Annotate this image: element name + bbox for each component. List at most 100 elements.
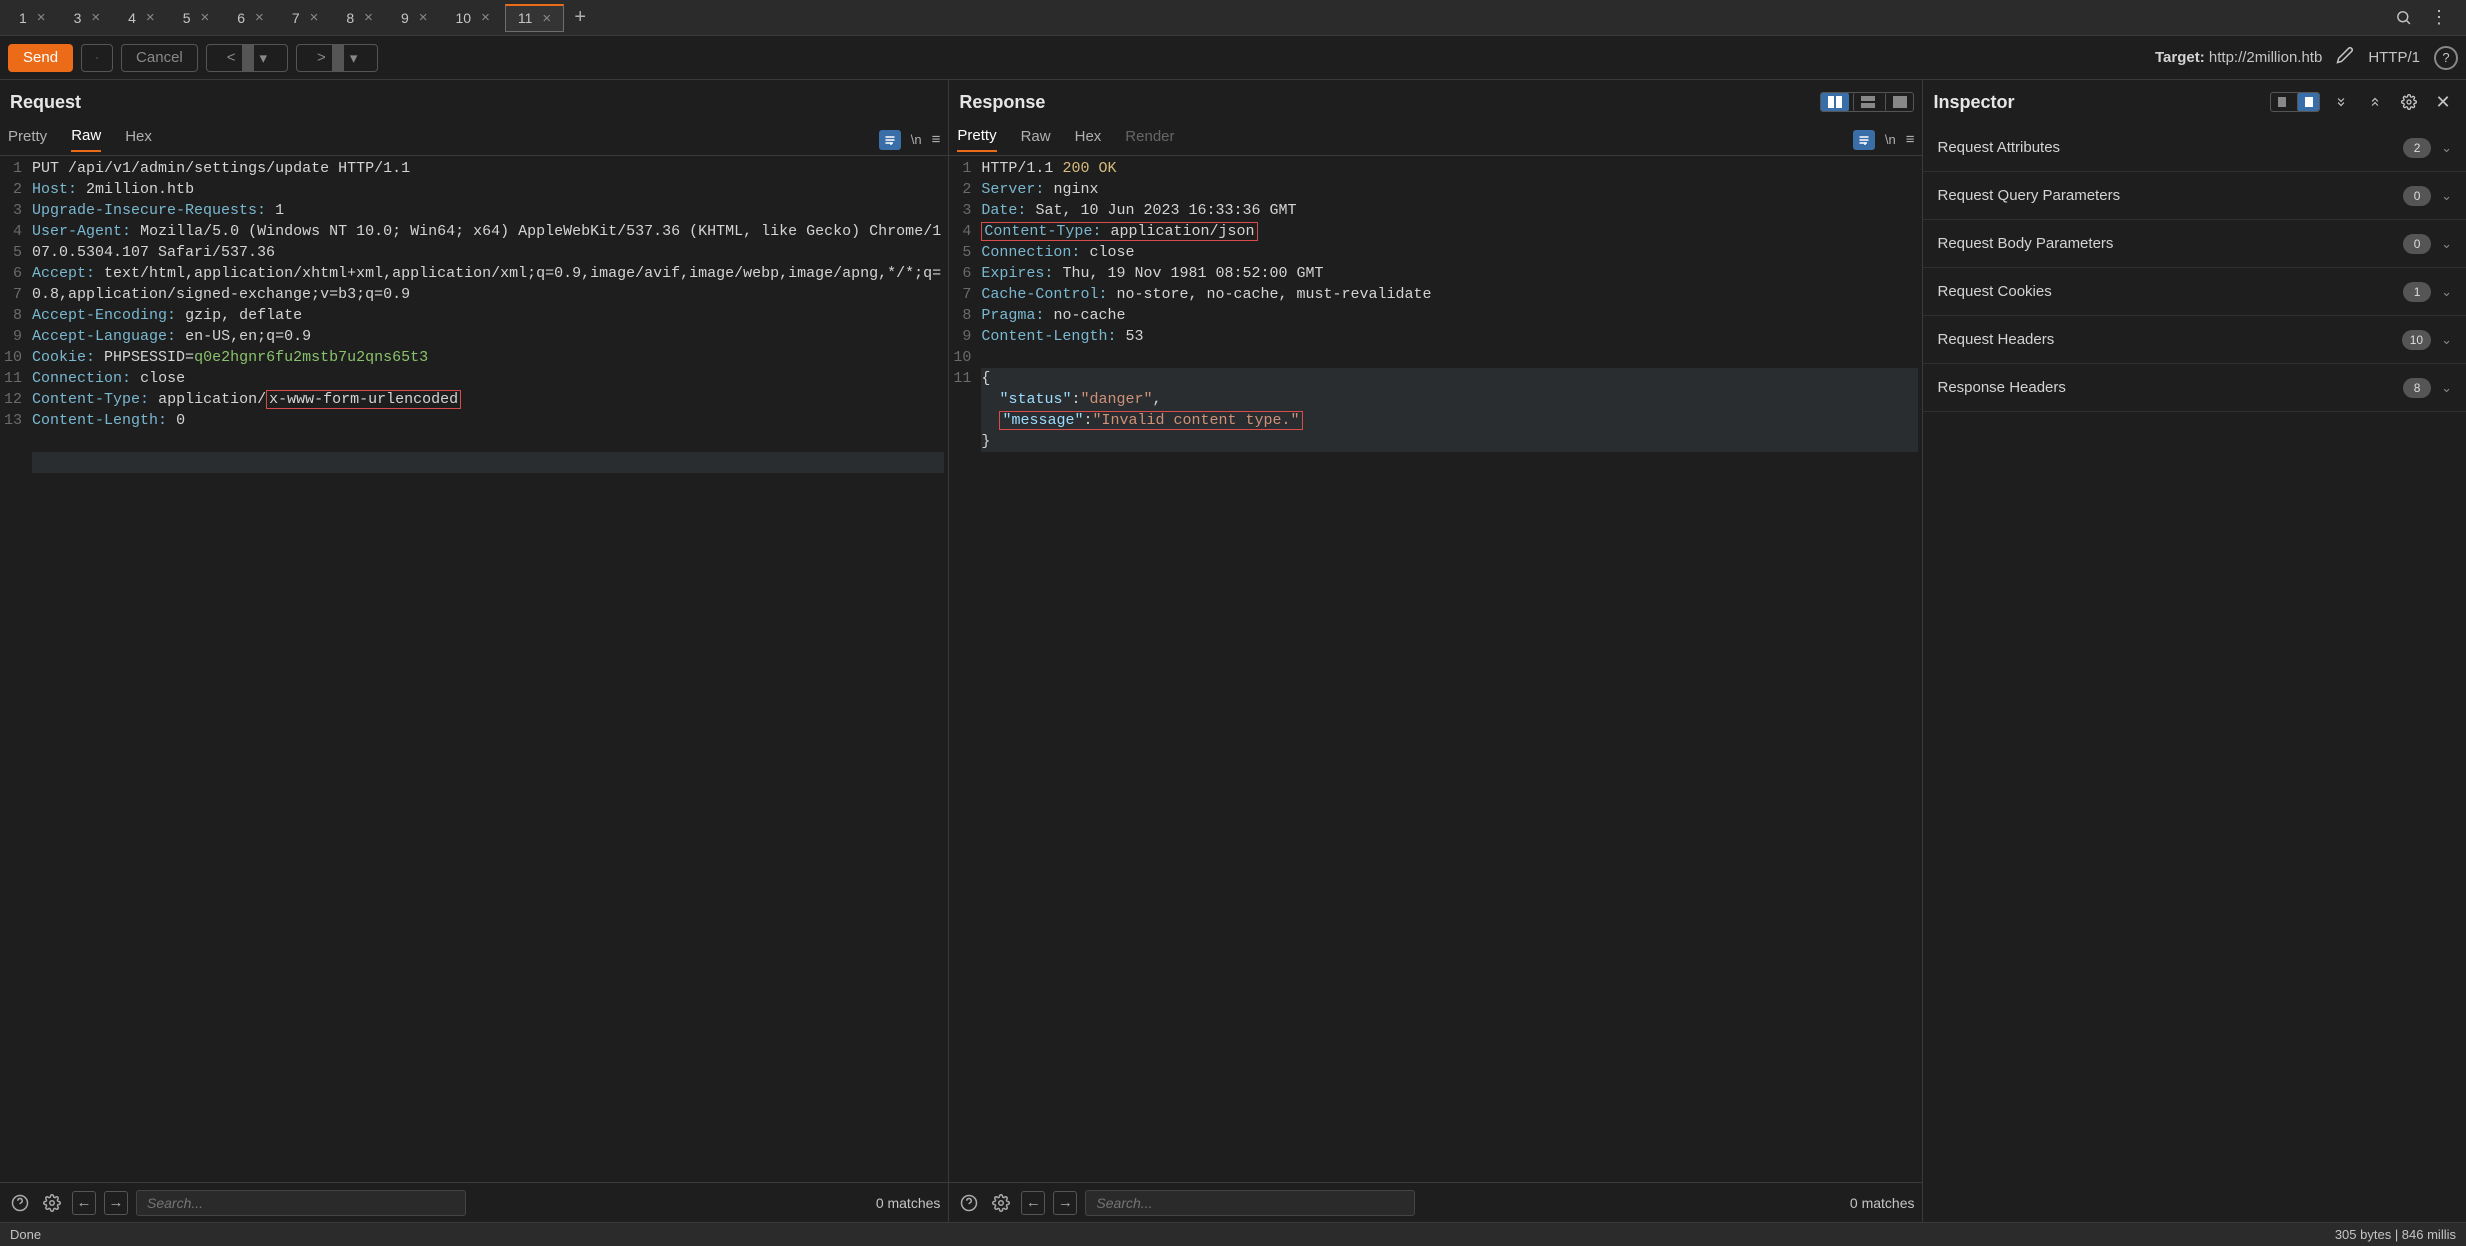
request-tab-pretty[interactable]: Pretty [8, 128, 47, 151]
help-icon[interactable]: ? [2434, 46, 2458, 70]
wrap-lines-icon[interactable] [1853, 130, 1875, 150]
inspector-row[interactable]: Response Headers8⌄ [1923, 364, 2466, 412]
code-line[interactable]: HTTP/1.1 200 OK [981, 158, 1918, 179]
inspector-settings-icon[interactable] [2396, 89, 2422, 115]
inspector-row[interactable]: Request Headers10⌄ [1923, 316, 2466, 364]
inspector-layout-right-icon[interactable] [2297, 93, 2319, 111]
close-icon[interactable]: × [542, 11, 551, 26]
wrap-lines-icon[interactable] [879, 130, 901, 150]
tab-label: 5 [183, 10, 191, 26]
code-line[interactable]: Content-Length: 0 [32, 410, 944, 431]
layout-horizontal-icon[interactable] [1853, 93, 1881, 111]
request-tab-hex[interactable]: Hex [125, 128, 152, 151]
code-line[interactable]: Upgrade-Insecure-Requests: 1 [32, 200, 944, 221]
close-icon[interactable]: × [91, 10, 100, 25]
code-line[interactable]: Content-Length: 53 [981, 326, 1918, 347]
code-line[interactable]: Content-Type: application/x-www-form-url… [32, 389, 944, 410]
request-editor[interactable]: 12345678910111213 PUT /api/v1/admin/sett… [0, 156, 948, 1182]
code-line[interactable]: Host: 2million.htb [32, 179, 944, 200]
code-line[interactable]: } [981, 431, 1918, 452]
tab-10[interactable]: 10× [443, 4, 503, 32]
code-line[interactable]: PUT /api/v1/admin/settings/update HTTP/1… [32, 158, 944, 179]
inspector-expand-icon[interactable] [2328, 89, 2354, 115]
inspector-row[interactable]: Request Body Parameters0⌄ [1923, 220, 2466, 268]
history-prev-button[interactable]: <▾ [206, 44, 288, 72]
more-icon[interactable]: ⋮ [2426, 5, 2452, 31]
send-button[interactable]: Send [8, 44, 73, 72]
search-prev-button[interactable]: ← [72, 1191, 96, 1215]
inspector-row[interactable]: Request Query Parameters0⌄ [1923, 172, 2466, 220]
code-line[interactable]: Expires: Thu, 19 Nov 1981 08:52:00 GMT [981, 263, 1918, 284]
tab-6[interactable]: 6× [224, 4, 277, 32]
code-line[interactable] [32, 452, 944, 473]
tab-7[interactable]: 7× [279, 4, 332, 32]
tab-1[interactable]: 1× [6, 4, 59, 32]
close-icon[interactable]: × [481, 10, 490, 25]
response-tab-raw[interactable]: Raw [1021, 128, 1051, 151]
close-icon[interactable]: × [37, 10, 46, 25]
inspector-row[interactable]: Request Cookies1⌄ [1923, 268, 2466, 316]
close-icon[interactable]: × [255, 10, 264, 25]
request-tab-raw[interactable]: Raw [71, 127, 101, 152]
inspector-collapse-icon[interactable] [2362, 89, 2388, 115]
tab-9[interactable]: 9× [388, 4, 441, 32]
code-line[interactable]: Pragma: no-cache [981, 305, 1918, 326]
code-line[interactable]: Content-Type: application/json [981, 221, 1918, 242]
code-line[interactable]: Server: nginx [981, 179, 1918, 200]
response-tab-pretty[interactable]: Pretty [957, 127, 996, 152]
tab-add-button[interactable]: + [566, 4, 594, 32]
request-menu-icon[interactable]: ≡ [932, 131, 941, 148]
tab-label: 8 [346, 10, 354, 26]
code-line[interactable]: Accept-Encoding: gzip, deflate [32, 305, 944, 326]
inspector-close-icon[interactable]: ✕ [2430, 89, 2456, 115]
tab-5[interactable]: 5× [170, 4, 223, 32]
code-line[interactable]: Accept-Language: en-US,en;q=0.9 [32, 326, 944, 347]
tab-4[interactable]: 4× [115, 4, 168, 32]
code-line[interactable]: Cookie: PHPSESSID=q0e2hgnr6fu2mstb7u2qns… [32, 347, 944, 368]
newline-icon[interactable]: \n [911, 132, 922, 147]
settings-button[interactable] [81, 44, 113, 72]
code-line[interactable]: Accept: text/html,application/xhtml+xml,… [32, 263, 944, 305]
tab-11[interactable]: 11× [505, 4, 564, 32]
search-next-button[interactable]: → [1053, 1191, 1077, 1215]
search-prev-button[interactable]: ← [1021, 1191, 1045, 1215]
cancel-button[interactable]: Cancel [121, 44, 198, 72]
code-line[interactable]: User-Agent: Mozilla/5.0 (Windows NT 10.0… [32, 221, 944, 263]
close-icon[interactable]: × [419, 10, 428, 25]
close-icon[interactable]: × [200, 10, 209, 25]
response-search-input[interactable] [1085, 1190, 1415, 1216]
code-line[interactable]: Connection: close [32, 368, 944, 389]
code-line[interactable]: Cache-Control: no-store, no-cache, must-… [981, 284, 1918, 305]
inspector-row[interactable]: Request Attributes2⌄ [1923, 124, 2466, 172]
inspector-layout-left-icon[interactable] [2271, 93, 2293, 111]
close-icon[interactable]: × [310, 10, 319, 25]
code-line[interactable] [981, 347, 1918, 368]
code-line[interactable] [32, 431, 944, 452]
search-next-button[interactable]: → [104, 1191, 128, 1215]
close-icon[interactable]: × [364, 10, 373, 25]
code-line[interactable]: { [981, 368, 1918, 389]
response-tab-hex[interactable]: Hex [1075, 128, 1102, 151]
code-line[interactable]: Date: Sat, 10 Jun 2023 16:33:36 GMT [981, 200, 1918, 221]
code-line[interactable]: "status":"danger", [981, 389, 1918, 410]
protocol-label[interactable]: HTTP/1 [2368, 49, 2420, 66]
tab-8[interactable]: 8× [333, 4, 386, 32]
response-tab-render[interactable]: Render [1125, 128, 1174, 151]
history-next-button[interactable]: >▾ [296, 44, 378, 72]
response-help-icon[interactable] [957, 1191, 981, 1215]
response-menu-icon[interactable]: ≡ [1906, 131, 1915, 148]
newline-icon[interactable]: \n [1885, 132, 1896, 147]
tab-3[interactable]: 3× [61, 4, 114, 32]
request-settings-icon[interactable] [40, 1191, 64, 1215]
response-editor[interactable]: 1234567891011 HTTP/1.1 200 OKServer: ngi… [949, 156, 1922, 1182]
layout-vertical-icon[interactable] [1821, 93, 1849, 111]
edit-target-icon[interactable] [2336, 46, 2354, 69]
layout-combined-icon[interactable] [1885, 93, 1913, 111]
request-search-input[interactable] [136, 1190, 466, 1216]
close-icon[interactable]: × [146, 10, 155, 25]
response-settings-icon[interactable] [989, 1191, 1013, 1215]
search-icon[interactable] [2390, 5, 2416, 31]
request-help-icon[interactable] [8, 1191, 32, 1215]
code-line[interactable]: Connection: close [981, 242, 1918, 263]
code-line[interactable]: "message":"Invalid content type." [981, 410, 1918, 431]
